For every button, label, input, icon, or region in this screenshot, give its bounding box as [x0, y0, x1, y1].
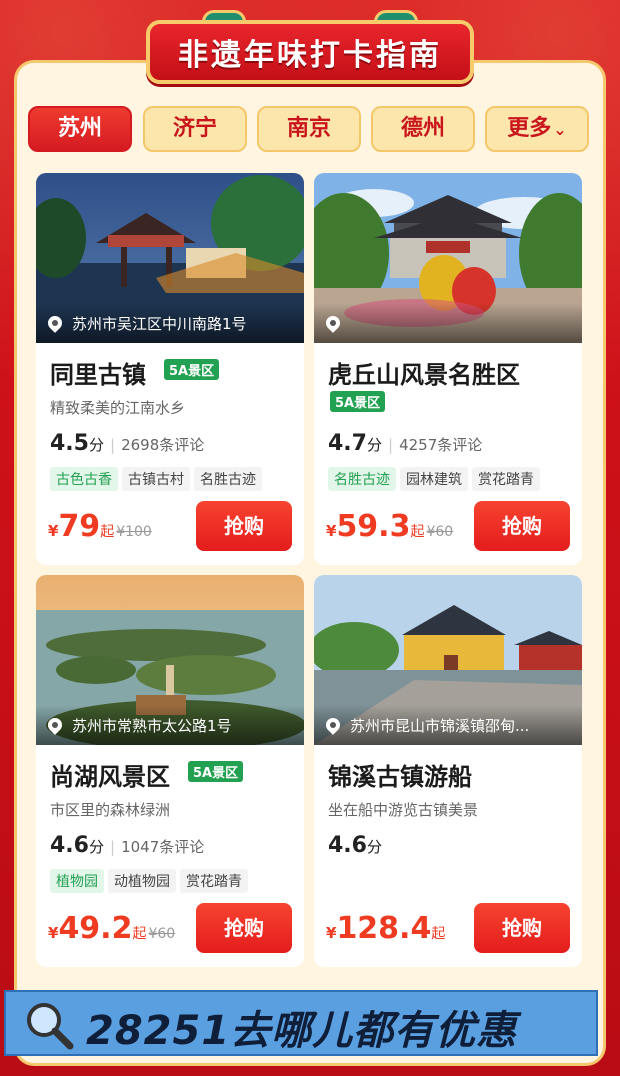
address-text: 苏州市常熟市太公路1号: [72, 717, 232, 735]
banner-title: 非遗年味打卡指南: [178, 38, 442, 73]
rating-score: 4.7: [328, 431, 367, 456]
attraction-name: 尚湖风景区: [50, 763, 170, 791]
buy-button[interactable]: 抢购: [474, 903, 570, 953]
tab-more-label: 更多: [507, 116, 552, 141]
attraction-name: 同里古镇: [50, 361, 146, 389]
price-value: 49.2: [58, 911, 133, 946]
5a-badge: 5A景区: [330, 391, 386, 412]
tag: 动植物园: [108, 869, 176, 893]
price: ¥79起 ¥100: [48, 509, 152, 544]
buy-button[interactable]: 抢购: [196, 501, 292, 551]
footer-banner: 28251去哪儿都有优惠: [4, 990, 598, 1056]
divider: |: [110, 838, 116, 856]
tag-list: 名胜古迹 园林建筑 赏花踏青: [328, 467, 544, 491]
price-value: 79: [58, 509, 101, 544]
currency-symbol: ¥: [48, 924, 59, 942]
tag: 古色古香: [50, 467, 118, 491]
location-pin-icon: [45, 715, 65, 735]
buy-button[interactable]: 抢购: [474, 501, 570, 551]
price: ¥49.2起 ¥60: [48, 911, 175, 946]
currency-symbol: ¥: [326, 522, 337, 540]
original-price: ¥60: [148, 926, 176, 942]
tag-list: 植物园 动植物园 赏花踏青: [50, 869, 252, 893]
attraction-photo: 苏州市常熟市太公路1号: [36, 575, 304, 745]
location-pin-icon: [45, 313, 65, 333]
rating-row: 4.6分 | 1047条评论: [50, 833, 204, 858]
chevron-down-icon: ⌄: [553, 120, 567, 139]
address-overlay: 苏州市昆山市锦溪镇邵甸...: [314, 705, 582, 745]
rating-unit: 分: [88, 436, 104, 454]
attraction-name: 虎丘山风景名胜区: [328, 361, 520, 389]
price: ¥128.4起: [326, 911, 445, 946]
review-count: 1047条评论: [121, 838, 205, 856]
footer-slogan: 28251去哪儿都有优惠: [86, 1008, 518, 1054]
location-pin-icon: [323, 313, 343, 333]
price-value: 128.4: [336, 911, 432, 946]
attraction-description: 坐在船中游览古镇美景: [328, 801, 479, 819]
rating-row: 4.5分 | 2698条评论: [50, 431, 204, 456]
address-overlay: 苏州市常熟市太公路1号: [36, 705, 304, 745]
original-price: ¥60: [426, 524, 454, 540]
title-banner: 非遗年味打卡指南: [146, 10, 474, 90]
tab-dezhou[interactable]: 德州: [371, 106, 475, 152]
tag: 园林建筑: [400, 467, 468, 491]
magnifier-icon: [27, 1003, 74, 1050]
buy-button[interactable]: 抢购: [196, 903, 292, 953]
currency-symbol: ¥: [48, 522, 59, 540]
attraction-name: 锦溪古镇游船: [328, 763, 472, 791]
address-overlay: 苏州市吴江区中川南路1号: [36, 303, 304, 343]
attraction-photo: 苏州市吴江区中川南路1号: [36, 173, 304, 343]
rating-unit: 分: [88, 838, 104, 856]
attraction-photo: [314, 173, 582, 343]
attraction-card-tongli[interactable]: 苏州市吴江区中川南路1号 同里古镇 5A景区 精致柔美的江南水乡 4.5分 | 26…: [36, 173, 304, 565]
5a-badge: 5A景区: [164, 359, 220, 380]
rating-score: 4.6: [50, 833, 89, 858]
tab-more[interactable]: 更多 ⌄: [485, 106, 589, 152]
location-pin-icon: [323, 715, 343, 735]
rating-score: 4.5: [50, 431, 89, 456]
attraction-description: 市区里的森林绿洲: [50, 801, 171, 819]
address-text: 苏州市昆山市锦溪镇邵甸...: [350, 717, 530, 735]
currency-symbol: ¥: [326, 924, 337, 942]
rating-row: 4.6分: [328, 833, 382, 858]
tab-nanjing[interactable]: 南京: [257, 106, 361, 152]
attraction-description: 精致柔美的江南水乡: [50, 399, 186, 417]
attraction-photo: 苏州市昆山市锦溪镇邵甸...: [314, 575, 582, 745]
tab-jining[interactable]: 济宁: [143, 106, 247, 152]
attraction-card-huqiu[interactable]: 虎丘山风景名胜区 5A景区 4.7分 | 4257条评论 名胜古迹 园林建筑 赏花踏青 …: [314, 173, 582, 565]
city-tabs: 苏州 济宁 南京 德州 更多 ⌄: [28, 106, 592, 154]
review-count: 2698条评论: [121, 436, 205, 454]
tag: 古镇古村: [122, 467, 190, 491]
price-value: 59.3: [336, 509, 411, 544]
rating-unit: 分: [366, 838, 382, 856]
price-suffix: 起: [100, 524, 115, 540]
tag: 赏花踏青: [472, 467, 540, 491]
original-price: ¥100: [116, 524, 152, 540]
5a-badge: 5A景区: [188, 761, 244, 782]
tag: 名胜古迹: [194, 467, 262, 491]
price: ¥59.3起 ¥60: [326, 509, 453, 544]
rating-score: 4.6: [328, 833, 367, 858]
tab-suzhou[interactable]: 苏州: [28, 106, 132, 152]
attraction-card-shanghu[interactable]: 苏州市常熟市太公路1号 尚湖风景区 5A景区 市区里的森林绿洲 4.6分 | 104…: [36, 575, 304, 967]
divider: |: [110, 436, 116, 454]
price-suffix: 起: [410, 524, 425, 540]
rating-unit: 分: [366, 436, 382, 454]
price-suffix: 起: [132, 926, 147, 942]
tag-list: 古色古香 古镇古村 名胜古迹: [50, 467, 266, 491]
tag: 植物园: [50, 869, 104, 893]
tag: 赏花踏青: [180, 869, 248, 893]
tag: 名胜古迹: [328, 467, 396, 491]
divider: |: [388, 436, 394, 454]
price-suffix: 起: [431, 926, 446, 942]
address-overlay: [314, 303, 582, 343]
attraction-card-jinxi[interactable]: 苏州市昆山市锦溪镇邵甸... 锦溪古镇游船 坐在船中游览古镇美景 4.6分 ¥1…: [314, 575, 582, 967]
address-text: 苏州市吴江区中川南路1号: [72, 315, 247, 333]
rating-row: 4.7分 | 4257条评论: [328, 431, 482, 456]
review-count: 4257条评论: [399, 436, 483, 454]
